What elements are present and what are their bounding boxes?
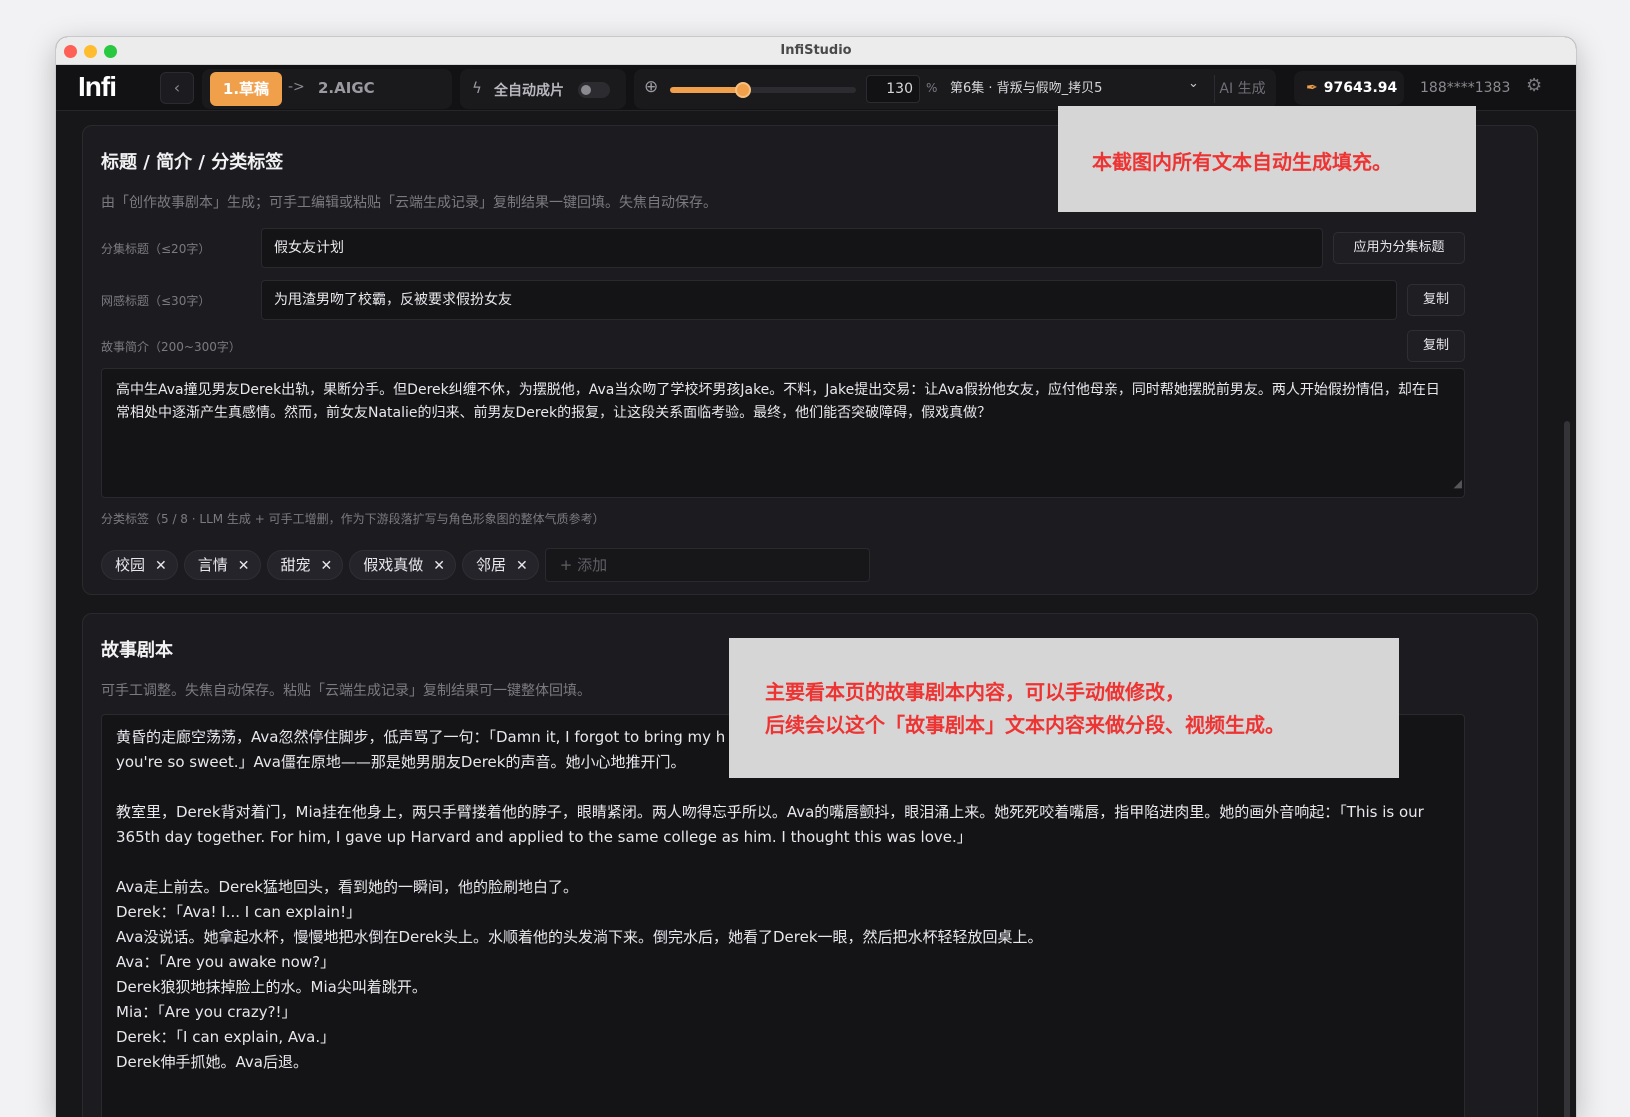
zoom-unit: %: [926, 81, 938, 95]
annotation-callout: 本截图内所有文本自动生成填充。: [1058, 106, 1476, 212]
synopsis-text: 高中生Ava撞见男友Derek出轨，果断分手。但Derek纠缠不休，为摆脱他，A…: [116, 382, 1440, 421]
close-icon[interactable]: ✕: [433, 558, 445, 574]
zoom-episode-group: ⊕ 130 % 第6集 · 背叛与假吻_拷贝5 ⌄ AI 生成: [634, 69, 1276, 109]
resize-handle-icon[interactable]: ◢: [1454, 472, 1462, 495]
script-paragraph: Derek：「I can explain, Ava.」: [116, 1028, 336, 1046]
script-paragraph: Ava没说话。她拿起水杯，慢慢地把水倒在Derek头上。水顺着他的头发淌下来。倒…: [116, 928, 1043, 946]
step-draft-tab[interactable]: 1.草稿: [210, 72, 282, 106]
tag-list: 校园 ✕ 言情 ✕ 甜宠 ✕ 假戏真做 ✕ 邻居 ✕ + 添加: [101, 548, 870, 584]
top-toolbar: Infi ‹ 1.草稿 -> 2.AIGC ϟ 全自动成片 ⊕ 130 % 第6…: [56, 65, 1576, 111]
meta-card-title: 标题 / 简介 / 分类标签: [101, 152, 284, 173]
annotation-callout: 主要看本页的故事剧本内容，可以手动做修改， 后续会以这个「故事剧本」文本内容来做…: [729, 638, 1399, 778]
script-card-description: 可手工调整。失焦自动保存。粘贴「云端生成记录」复制结果可一键整体回填。: [101, 683, 591, 699]
auto-produce-toggle[interactable]: [578, 82, 610, 98]
tag-label: 言情: [197, 556, 228, 574]
tag-chip: 甜宠 ✕: [266, 550, 344, 580]
chevron-down-icon[interactable]: ⌄: [1188, 76, 1199, 91]
episode-title-label: 分集标题（≤20字）: [101, 242, 211, 256]
add-tag-input[interactable]: + 添加: [544, 548, 870, 582]
script-paragraph: Derek伸手抓她。Ava后退。: [116, 1053, 308, 1071]
credit-balance: ✒ 97643.94: [1294, 71, 1404, 105]
synopsis-textarea[interactable]: 高中生Ava撞见男友Derek出轨，果断分手。但Derek纠缠不休，为摆脱他，A…: [101, 368, 1465, 498]
toggle-knob: [581, 85, 591, 95]
tag-chip: 校园 ✕: [101, 550, 178, 580]
tag-chip: 言情 ✕: [183, 550, 261, 580]
annotation-line: 后续会以这个「故事剧本」文本内容来做分段、视频生成。: [765, 713, 1285, 737]
app-logo: Infi: [78, 71, 117, 102]
main-content: 标题 / 简介 / 分类标签 由「创作故事剧本」生成；可手工编辑或粘贴「云端生成…: [56, 111, 1576, 1117]
back-button[interactable]: ‹: [160, 72, 194, 104]
step-switcher: 1.草稿 -> 2.AIGC: [202, 69, 452, 109]
feather-icon: ✒: [1306, 80, 1318, 96]
tag-label: 校园: [115, 556, 146, 574]
step-arrow: ->: [288, 79, 305, 95]
script-card-title: 故事剧本: [101, 640, 173, 661]
script-paragraph: [116, 850, 1450, 875]
zoom-slider-fill: [670, 87, 743, 93]
tag-label: 假戏真做: [363, 556, 424, 574]
tag-chip: 假戏真做 ✕: [349, 550, 456, 580]
ai-generate-button[interactable]: AI 生成: [1214, 75, 1270, 103]
web-title-input[interactable]: 为甩渣男吻了校霸，反被要求假扮女友: [261, 280, 1397, 320]
close-icon[interactable]: ✕: [516, 558, 528, 574]
script-paragraph: 教室里，Derek背对着门，Mia挂在他身上，两只手臂搂着他的脖子，眼睛紧闭。两…: [116, 803, 1424, 846]
script-paragraph: [116, 775, 1450, 800]
meta-card-description: 由「创作故事剧本」生成；可手工编辑或粘贴「云端生成记录」复制结果一键回填。失焦自…: [101, 195, 717, 211]
web-title-label: 网感标题（≤30字）: [101, 294, 211, 308]
script-paragraph: Derek：「Ava! I... I can explain!」: [116, 903, 362, 921]
step-aigc-tab[interactable]: 2.AIGC: [318, 79, 375, 97]
credit-value: 97643.94: [1323, 80, 1398, 96]
close-icon[interactable]: ✕: [238, 558, 250, 574]
tags-label: 分类标签（5 / 8 · LLM 生成 + 可手工增删，作为下游段落扩写与角色形…: [101, 512, 605, 526]
scrollbar[interactable]: [1564, 421, 1570, 1117]
script-paragraph: Ava：「Are you awake now?」: [116, 953, 336, 971]
close-icon[interactable]: ✕: [155, 558, 167, 574]
tag-label: 邻居: [476, 556, 507, 574]
script-paragraph: Mia：「Are you crazy?!」: [116, 1003, 297, 1021]
account-phone[interactable]: 188****1383: [1420, 80, 1510, 96]
script-paragraph: Ava走上前去。Derek猛地回头，看到她的一瞬间，他的脸刷地白了。: [116, 878, 578, 896]
tag-label: 甜宠: [280, 556, 311, 574]
title-bar: InfiStudio: [56, 37, 1576, 65]
episode-select[interactable]: 第6集 · 背叛与假吻_拷贝5: [946, 75, 1206, 103]
auto-produce-label: 全自动成片: [494, 83, 564, 99]
auto-produce-group: ϟ 全自动成片: [460, 69, 626, 109]
window-title: InfiStudio: [780, 43, 852, 58]
annotation-line: 主要看本页的故事剧本内容，可以手动做修改，: [765, 680, 1185, 704]
zoom-input[interactable]: 130: [866, 75, 920, 103]
tag-chip: 邻居 ✕: [462, 550, 539, 580]
synopsis-label: 故事简介（200~300字）: [101, 340, 241, 354]
script-paragraph: Derek狼狈地抹掉脸上的水。Mia尖叫着跳开。: [116, 978, 427, 996]
zoom-slider[interactable]: [670, 82, 856, 98]
copy-web-title-button[interactable]: 复制: [1407, 284, 1465, 316]
copy-synopsis-button[interactable]: 复制: [1407, 330, 1465, 362]
zoom-slider-thumb[interactable]: [734, 82, 751, 98]
chevron-left-icon: ‹: [173, 78, 181, 97]
lightning-icon: ϟ: [472, 79, 482, 97]
close-icon[interactable]: ✕: [321, 558, 333, 574]
apply-episode-title-button[interactable]: 应用为分集标题: [1333, 232, 1465, 264]
app-window: InfiStudio Infi ‹ 1.草稿 -> 2.AIGC ϟ 全自动成片…: [56, 37, 1576, 1117]
gear-icon[interactable]: ⚙: [1526, 75, 1542, 96]
zoom-icon: ⊕: [644, 77, 659, 97]
episode-title-input[interactable]: 假女友计划: [261, 228, 1323, 268]
